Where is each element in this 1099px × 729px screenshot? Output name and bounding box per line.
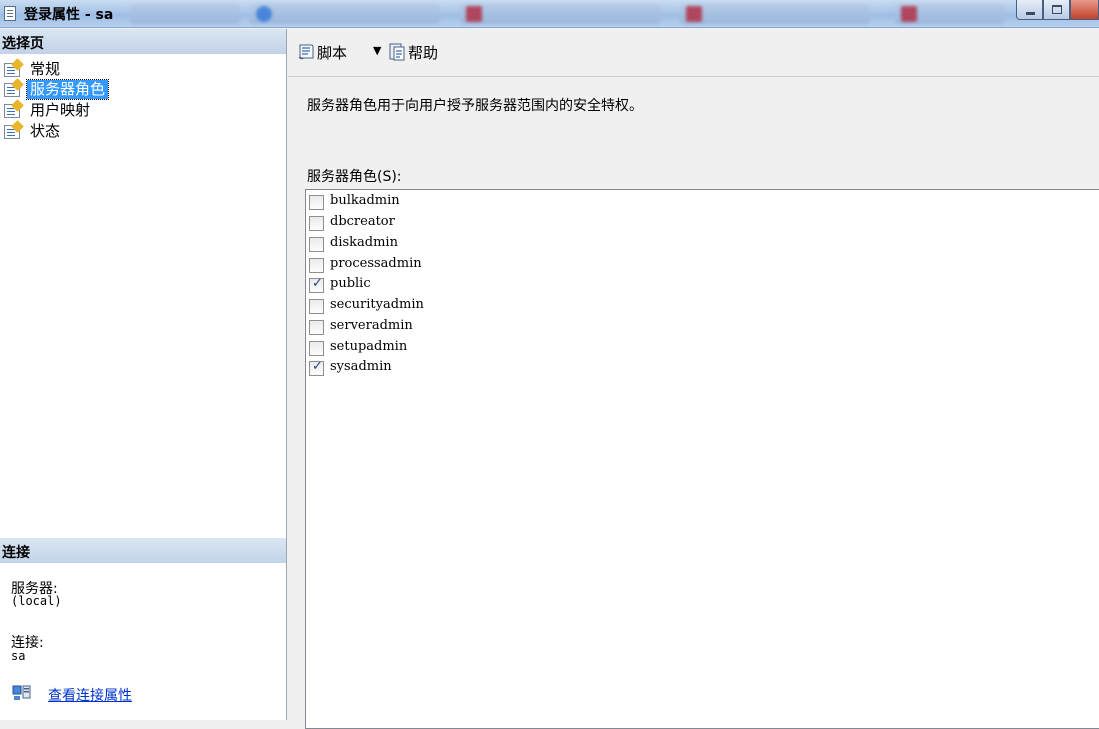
window-title: 登录属性 - sa xyxy=(24,7,114,23)
main-content: 服务器角色用于向用户授予服务器范围内的安全特权。 服务器角色(S): ✓ bul… xyxy=(288,78,1099,729)
role-checkbox[interactable]: ✓ xyxy=(309,341,324,356)
role-name: processadmin xyxy=(330,256,422,271)
help-label: 帮助 xyxy=(408,44,439,62)
script-label: 脚本 xyxy=(317,44,348,62)
role-checkbox[interactable]: ✓ xyxy=(309,195,324,210)
role-name: setupadmin xyxy=(330,339,408,354)
server-roles-description: 服务器角色用于向用户授予服务器范围内的安全特权。 xyxy=(307,98,643,114)
left-pane: 选择页 常规 服务器角色 用户映射 状态 连接 服务器: (local) 连接:… xyxy=(0,29,287,720)
check-icon: ✓ xyxy=(312,359,323,374)
server-roles-list[interactable]: ✓ bulkadmin ✓ dbcreator ✓ diskadmin ✓ pr… xyxy=(305,189,1099,729)
minimize-icon xyxy=(1026,12,1035,15)
blurred-tab xyxy=(250,4,440,24)
script-button[interactable]: 脚本 ▼ xyxy=(297,41,387,63)
help-icon xyxy=(389,43,405,61)
blurred-tab xyxy=(130,4,240,24)
role-checkbox[interactable]: ✓ xyxy=(309,320,324,335)
page-icon xyxy=(4,63,20,77)
blurred-tab xyxy=(895,4,1005,24)
close-button[interactable] xyxy=(1070,0,1099,20)
connection-value: sa xyxy=(11,649,26,663)
minimize-button[interactable] xyxy=(1016,0,1043,20)
maximize-button[interactable] xyxy=(1043,0,1070,20)
role-name: securityadmin xyxy=(330,297,424,312)
help-button[interactable]: 帮助 xyxy=(388,41,458,63)
blurred-tab xyxy=(680,4,870,24)
role-checkbox[interactable]: ✓ xyxy=(309,276,324,293)
window-icon xyxy=(4,6,16,21)
page-icon xyxy=(4,104,20,118)
role-name: serveradmin xyxy=(330,318,413,333)
connection-properties-icon[interactable] xyxy=(12,684,32,702)
role-checkbox[interactable]: ✓ xyxy=(309,299,324,314)
role-checkbox[interactable]: ✓ xyxy=(309,216,324,231)
role-checkbox[interactable]: ✓ xyxy=(309,258,324,273)
check-icon: ✓ xyxy=(312,276,323,291)
toolbar: 脚本 ▼ 帮助 xyxy=(288,29,1099,77)
view-connection-properties-link[interactable]: 查看连接属性 xyxy=(48,685,132,705)
blurred-tab xyxy=(460,4,660,24)
role-name: dbcreator xyxy=(330,214,395,229)
nav-item-label: 服务器角色 xyxy=(25,79,110,100)
role-checkbox[interactable]: ✓ xyxy=(309,359,324,376)
role-name: sysadmin xyxy=(330,359,392,374)
server-value: (local) xyxy=(11,594,62,608)
role-checkbox[interactable]: ✓ xyxy=(309,237,324,252)
nav-item-label: 状态 xyxy=(30,122,61,140)
chevron-down-icon[interactable]: ▼ xyxy=(373,44,381,57)
title-bar[interactable]: 登录属性 - sa xyxy=(0,0,1099,28)
select-page-header: 选择页 xyxy=(0,29,286,54)
script-icon xyxy=(298,44,314,60)
page-icon xyxy=(4,83,20,97)
role-name: public xyxy=(330,276,371,291)
role-name: diskadmin xyxy=(330,235,398,250)
nav-item-label: 用户映射 xyxy=(30,101,91,119)
role-name: bulkadmin xyxy=(330,193,400,208)
nav-item-label: 常规 xyxy=(30,60,61,78)
page-icon xyxy=(4,125,20,139)
server-roles-label: 服务器角色(S): xyxy=(307,169,402,185)
connection-header: 连接 xyxy=(0,538,286,563)
maximize-icon xyxy=(1052,5,1062,14)
